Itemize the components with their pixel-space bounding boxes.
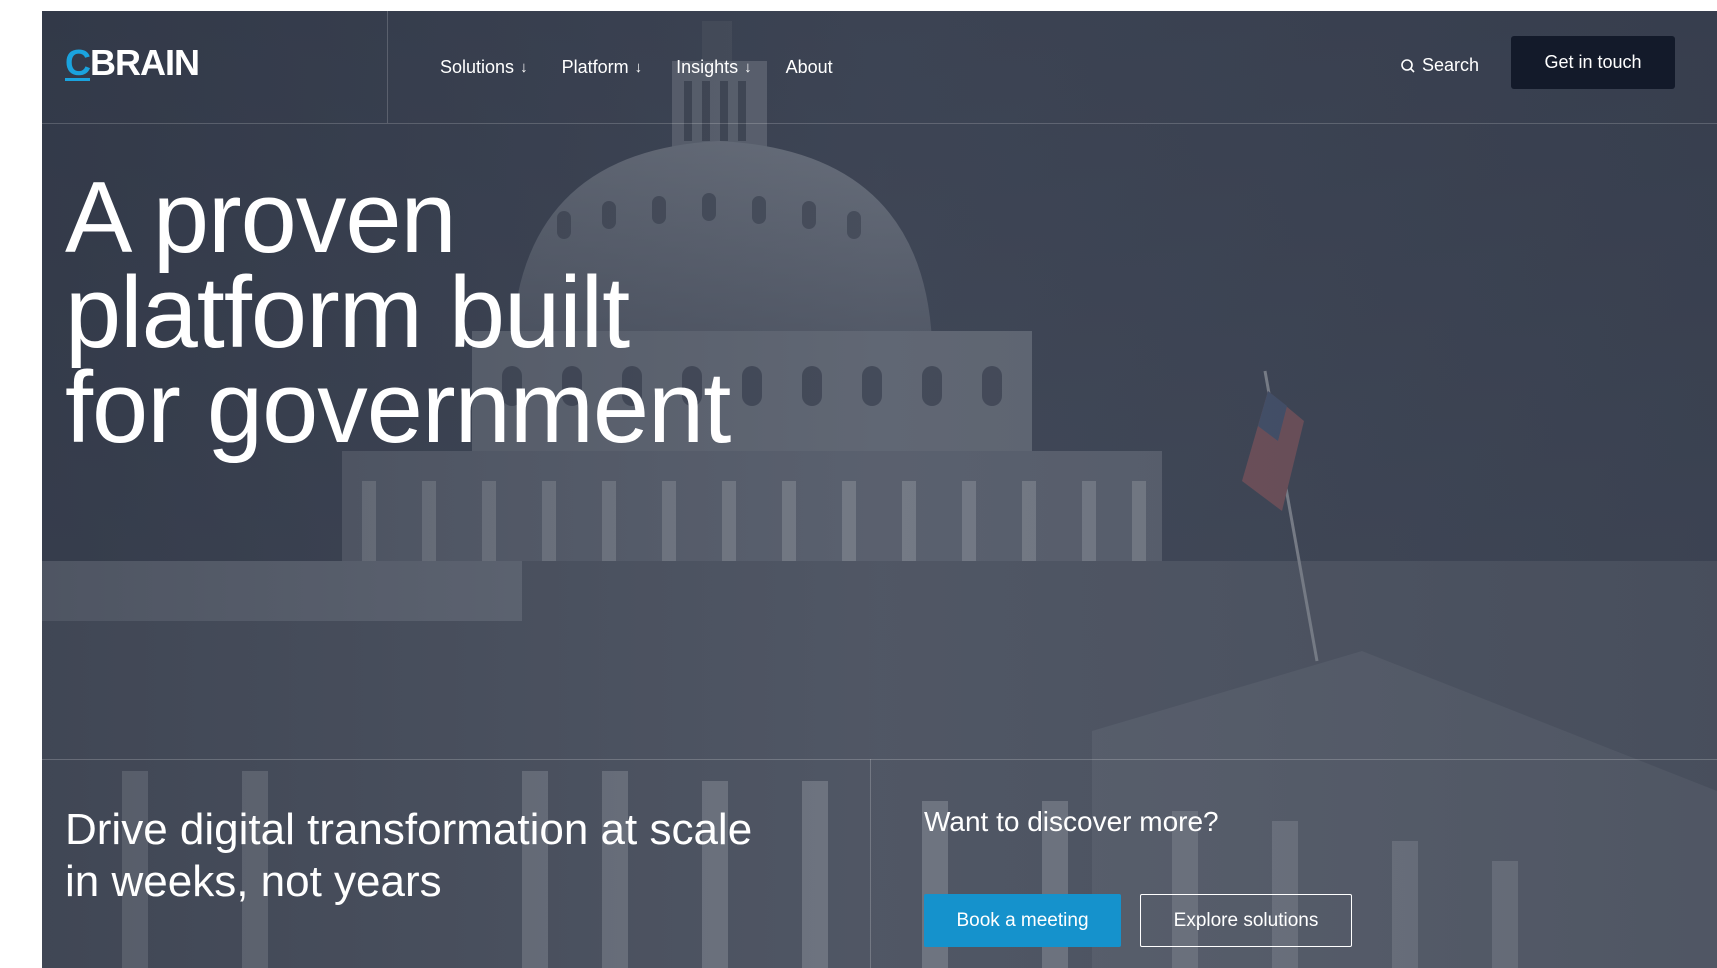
headline-line-3: for government xyxy=(65,352,731,464)
search-label: Search xyxy=(1422,55,1480,75)
search-button[interactable]: Search xyxy=(1400,55,1479,76)
nav-about[interactable]: About xyxy=(786,57,833,78)
nav-platform-label: Platform xyxy=(561,56,629,77)
cbrain-logo[interactable]: CBRAIN xyxy=(65,42,200,84)
main-nav: Solutions ↓ Platform ↓ Insights ↓ About xyxy=(440,11,833,123)
arrow-down-icon: ↓ xyxy=(520,58,528,76)
headline-line-2: platform built xyxy=(65,257,630,369)
nav-solutions-label: Solutions xyxy=(440,56,515,77)
explore-solutions-button[interactable]: Explore solutions xyxy=(1140,894,1352,947)
hero-section: CBRAIN Solutions ↓ Platform ↓ Insights ↓… xyxy=(42,11,1717,968)
logo-cell: CBRAIN xyxy=(42,11,388,123)
arrow-down-icon: ↓ xyxy=(744,58,752,76)
logo-c: C xyxy=(65,42,91,83)
book-meeting-button[interactable]: Book a meeting xyxy=(924,894,1121,947)
get-in-touch-button[interactable]: Get in touch xyxy=(1511,36,1675,89)
logo-text: BRAIN xyxy=(90,42,200,83)
hero-subheadline: Drive digital transformation at scale in… xyxy=(65,805,753,906)
nav-insights-label: Insights xyxy=(676,56,739,77)
column-divider xyxy=(870,759,871,968)
nav-platform[interactable]: Platform ↓ xyxy=(562,57,643,78)
hero-headline: A proven platform built for government xyxy=(65,162,731,464)
search-icon xyxy=(1401,58,1415,73)
site-header: CBRAIN Solutions ↓ Platform ↓ Insights ↓… xyxy=(42,11,1717,124)
nav-about-label: About xyxy=(785,56,833,77)
section-divider xyxy=(42,759,1717,760)
discover-label: Want to discover more? xyxy=(924,806,1219,837)
nav-solutions[interactable]: Solutions ↓ xyxy=(440,57,528,78)
arrow-down-icon: ↓ xyxy=(634,58,643,76)
nav-insights[interactable]: Insights ↓ xyxy=(676,57,752,78)
headline-line-1: A proven xyxy=(65,162,457,274)
